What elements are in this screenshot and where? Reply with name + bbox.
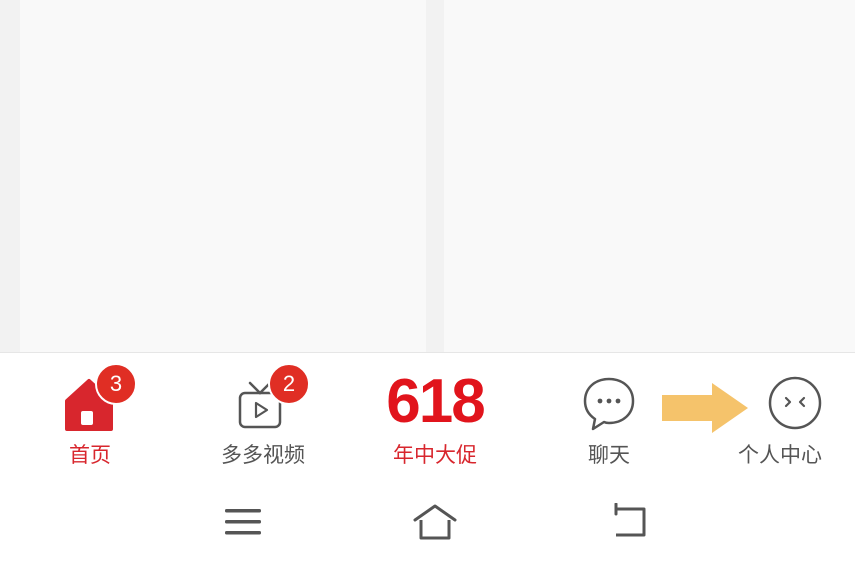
content-area	[0, 0, 855, 352]
tab-video-label: 多多视频	[221, 443, 305, 467]
tab-chat-icon-wrap	[574, 367, 644, 437]
menu-icon	[225, 509, 261, 535]
home-badge: 3	[95, 363, 137, 405]
product-card-right[interactable]	[444, 0, 855, 352]
tab-video-icon-wrap: 2	[228, 363, 310, 437]
tab-profile-label: 个人中心	[738, 443, 822, 467]
back-icon	[614, 503, 646, 537]
tab-promo[interactable]: 618 年中大促	[370, 353, 500, 471]
tab-chat[interactable]: 聊天	[574, 353, 644, 471]
promo-618-icon: 618	[386, 367, 485, 436]
tab-video[interactable]: 2 多多视频	[213, 353, 313, 471]
product-card-left[interactable]	[20, 0, 426, 352]
tab-profile-icon-wrap	[745, 367, 822, 437]
video-badge: 2	[268, 363, 310, 405]
pointer-arrow-icon	[662, 383, 748, 433]
tab-chat-label: 聊天	[588, 443, 630, 467]
profile-face-icon	[768, 376, 822, 430]
home-outline-icon	[413, 504, 457, 540]
tab-home[interactable]: 3 首页	[55, 353, 137, 471]
tab-promo-icon-wrap: 618	[370, 367, 500, 437]
tab-promo-label: 年中大促	[393, 443, 477, 467]
nav-back-button[interactable]	[600, 500, 660, 544]
tab-home-label: 首页	[69, 443, 111, 467]
system-nav-bar	[0, 470, 855, 570]
nav-menu-button[interactable]	[213, 500, 273, 544]
tab-home-icon-wrap: 3	[55, 363, 137, 437]
nav-home-button[interactable]	[405, 500, 465, 544]
chat-bubble-icon	[583, 377, 635, 431]
